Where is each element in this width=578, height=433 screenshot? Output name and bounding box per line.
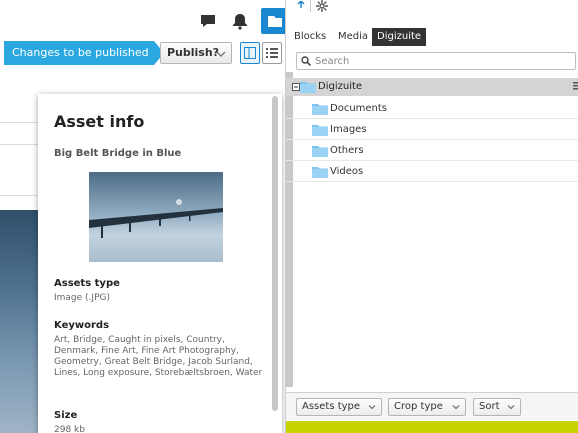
list-icon [266,48,278,58]
keywords-value: Art, Bridge, Caught in pixels, Country, … [54,335,263,378]
tree-item-label: Documents [330,103,388,114]
filter-bar: Assets type Crop type Sort [286,392,578,420]
tree-item-others[interactable]: Others [286,141,578,161]
tree-item-documents[interactable]: Documents [286,99,578,119]
top-toolbar-icons [195,8,289,34]
assets-tabs: Blocks Media Digizuite [286,26,578,46]
asset-thumbnail-image [89,172,223,262]
size-label: Size [54,410,78,421]
crop-type-filter-label: Crop type [394,401,443,412]
drag-handle-icon[interactable] [573,82,578,90]
editor-divider [0,122,40,123]
editor-divider [0,144,40,145]
chevron-down-icon [215,47,227,59]
size-section: Size 298 kb [54,410,266,433]
asset-type-section: Assets type Image (.JPG) [54,278,266,304]
asset-name: Big Belt Bridge in Blue [54,148,182,159]
page-hero-image [0,210,40,433]
tree-item-label: Images [330,124,367,135]
tree-item-digizuite-root[interactable]: Digizuite [286,78,578,96]
assets-panel: Blocks Media Digizuite Digizuite Documen… [285,0,578,433]
tree-item-videos[interactable]: Videos [286,162,578,182]
chevron-down-icon [368,405,376,410]
comment-icon[interactable] [199,12,217,30]
folder-icon [312,167,328,178]
layout-icon [244,47,256,59]
publish-button[interactable]: Publish? [160,42,232,64]
search-box [296,52,576,70]
editor-divider [0,195,40,196]
sort-filter-label: Sort [479,401,500,412]
footer-accent-bar [286,421,578,433]
folder-icon [312,104,328,115]
bell-icon[interactable] [231,12,249,30]
search-icon [301,56,311,66]
folder-icon [300,82,316,93]
tab-media[interactable]: Media [338,28,368,46]
tree-item-label: Videos [330,166,364,177]
publish-button-label: Publish? [167,46,220,59]
size-value: 298 kb [54,425,85,433]
asset-type-label: Assets type [54,278,120,289]
assets-type-filter-label: Assets type [302,401,361,412]
tree-item-label: Others [330,145,364,156]
crop-type-filter[interactable]: Crop type [388,398,466,416]
tree-item-images[interactable]: Images [286,120,578,140]
chevron-down-icon [452,405,460,410]
tab-blocks[interactable]: Blocks [294,28,326,46]
folder-icon [312,125,328,136]
chevron-down-icon [507,405,515,410]
asset-type-value: Image (.JPG) [54,293,110,303]
sort-filter[interactable]: Sort [473,398,521,416]
changes-to-be-published-badge: Changes to be published [4,41,164,65]
tab-digizuite[interactable]: Digizuite [372,28,427,46]
publish-bar: Changes to be published Publish? [0,40,285,66]
layout-view-button[interactable] [240,42,260,64]
asset-info-title: Asset info [54,112,145,131]
keywords-section: Keywords Art, Bridge, Caught in pixels, … [54,320,266,379]
structure-view-button[interactable] [262,42,282,64]
tree-root-label: Digizuite [318,81,363,92]
asset-info-scrollbar[interactable] [272,96,278,411]
assets-type-filter[interactable]: Assets type [296,398,382,416]
asset-info-card: Asset info Big Belt Bridge in Blue Asset… [38,94,282,433]
search-input[interactable] [315,54,570,68]
folder-icon [312,146,328,157]
pin-icon[interactable] [296,1,306,13]
collapse-icon[interactable] [292,83,300,91]
gear-icon[interactable] [316,0,328,12]
keywords-label: Keywords [54,320,110,331]
cms-editor-window: Changes to be published Publish? Asset i… [0,0,578,433]
panel-top-icons [296,0,336,14]
panel-icon-divider [310,0,311,12]
